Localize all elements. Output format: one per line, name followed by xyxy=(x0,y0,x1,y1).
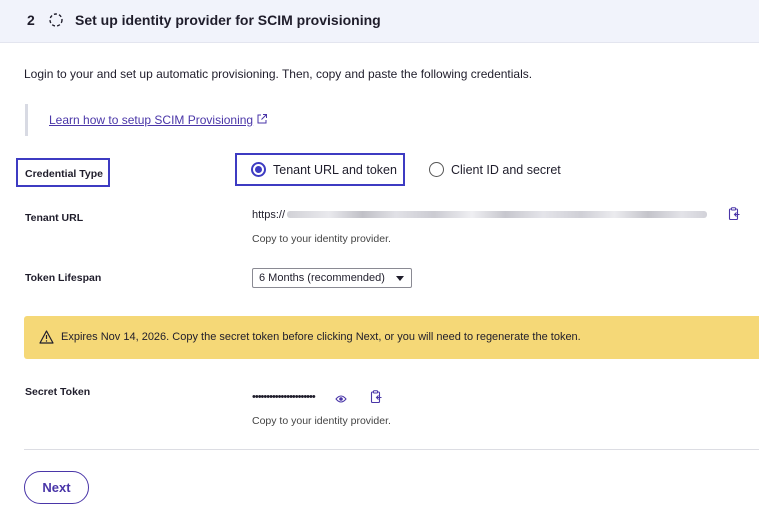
learn-scim-link-label: Learn how to setup SCIM Provisioning xyxy=(49,113,254,127)
radio-unselected-icon xyxy=(429,162,444,177)
secret-token-masked: •••••••••••••••••••••• xyxy=(252,391,316,403)
step-number: 2 xyxy=(27,12,35,28)
redacted-url xyxy=(287,211,707,218)
caret-down-icon xyxy=(396,276,404,281)
copy-icon[interactable] xyxy=(369,390,383,404)
warning-text: Expires Nov 14, 2026. Copy the secret to… xyxy=(61,331,581,343)
tenant-url-value: https:// xyxy=(252,209,286,221)
external-link-icon xyxy=(257,114,268,124)
step-title: Set up identity provider for SCIM provis… xyxy=(75,12,381,28)
secret-token-label: Secret Token xyxy=(25,386,91,398)
learn-scim-link[interactable]: Learn how to setup SCIM Provisioning xyxy=(49,113,268,127)
tenant-url-label: Tenant URL xyxy=(25,212,84,224)
callout-bar xyxy=(25,104,28,136)
tenant-url-help: Copy to your identity provider. xyxy=(252,233,391,245)
dashed-circle-icon xyxy=(49,13,63,27)
token-lifespan-value: 6 Months (recommended) xyxy=(259,272,385,284)
next-button[interactable]: Next xyxy=(24,471,89,504)
credential-type-highlight: Credential Type xyxy=(16,158,110,187)
radio-client-id-secret-label: Client ID and secret xyxy=(451,162,561,177)
token-lifespan-label: Token Lifespan xyxy=(25,272,102,284)
divider xyxy=(24,449,759,450)
secret-token-help: Copy to your identity provider. xyxy=(252,415,391,427)
radio-client-id-secret[interactable]: Client ID and secret xyxy=(429,162,561,177)
warning-triangle-icon xyxy=(39,330,54,344)
credential-type-label: Credential Type xyxy=(25,168,103,180)
radio-tenant-url-token-label: Tenant URL and token xyxy=(273,162,397,177)
radio-selected-icon xyxy=(251,162,266,177)
eye-icon[interactable] xyxy=(335,394,347,404)
intro-text: Login to your and set up automatic provi… xyxy=(24,67,533,81)
copy-icon[interactable] xyxy=(727,207,741,221)
token-lifespan-select[interactable]: 6 Months (recommended) xyxy=(252,268,412,288)
radio-tenant-url-token[interactable]: Tenant URL and token xyxy=(251,162,397,177)
step-header: 2 Set up identity provider for SCIM prov… xyxy=(0,0,759,43)
expiry-warning-banner: Expires Nov 14, 2026. Copy the secret to… xyxy=(24,316,759,359)
